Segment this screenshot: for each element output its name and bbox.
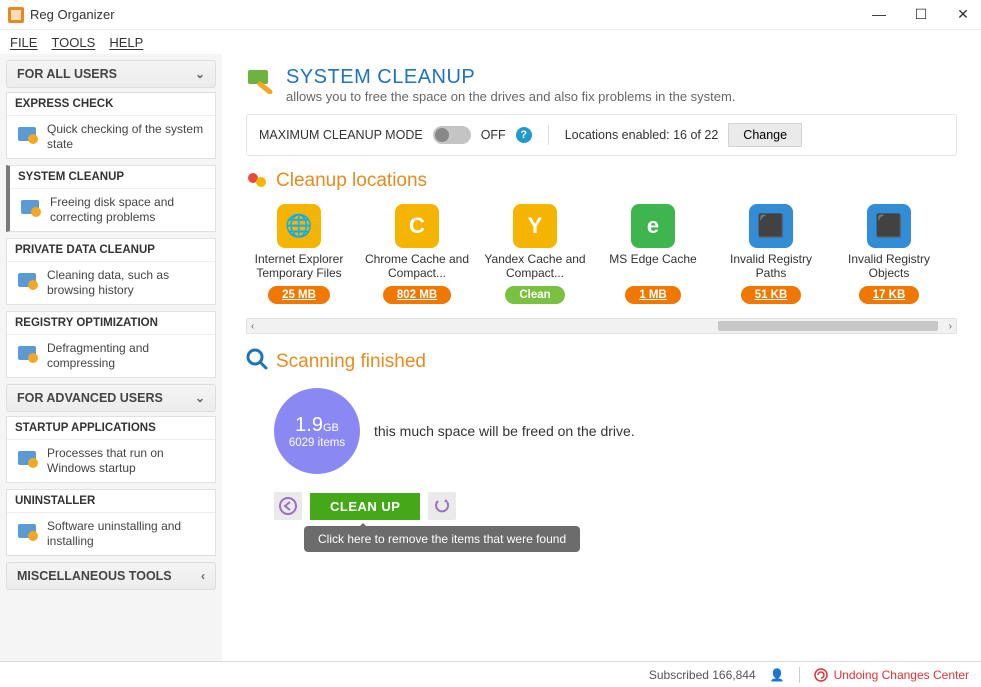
action-row: CLEAN UP Click here to remove the items …	[274, 492, 957, 520]
page-header: SYSTEM CLEANUP allows you to free the sp…	[246, 66, 957, 104]
minimize-button[interactable]: —	[869, 6, 889, 23]
sidebar-item[interactable]: REGISTRY OPTIMIZATION Defragmenting and …	[6, 311, 216, 378]
page-title: SYSTEM CLEANUP	[286, 66, 735, 89]
sidebar-section-header[interactable]: FOR ALL USERS⌄	[6, 60, 216, 88]
location-name: Internet Explorer Temporary Files	[246, 252, 352, 282]
settings-row: MAXIMUM CLEANUP MODE OFF ? Locations ena…	[246, 114, 957, 156]
maxmode-state: OFF	[481, 128, 506, 142]
close-button[interactable]: ✕	[953, 6, 973, 23]
titlebar: Reg Organizer — ☐ ✕	[0, 0, 981, 30]
undo-center-link[interactable]: Undoing Changes Center	[814, 668, 969, 682]
scan-result: 1.9GB 6029 items this much space will be…	[274, 388, 957, 474]
maxmode-toggle[interactable]	[433, 126, 471, 144]
window-title: Reg Organizer	[30, 7, 115, 22]
sidebar-item[interactable]: PRIVATE DATA CLEANUP Cleaning data, such…	[6, 238, 216, 305]
location-item[interactable]: Y Yandex Cache and Compact... Clean	[482, 204, 588, 304]
magnifier-icon	[246, 348, 268, 376]
location-size-badge[interactable]: 17 KB	[859, 286, 920, 304]
menu-file[interactable]: FILE	[10, 35, 37, 50]
app-icon	[8, 7, 24, 23]
page-subtitle: allows you to free the space on the driv…	[286, 89, 735, 104]
location-item[interactable]: ⬛ Invalid Registry Paths 51 KB	[718, 204, 824, 304]
location-size-badge[interactable]: 802 MB	[383, 286, 451, 304]
location-icon: 🌐	[277, 204, 321, 248]
locations-row: 🌐 Internet Explorer Temporary Files 25 M…	[246, 200, 957, 312]
scroll-left-icon[interactable]: ‹	[251, 321, 254, 332]
location-item[interactable]: ⬛ Invalid Registry Objects 17 KB	[836, 204, 942, 304]
location-size-badge[interactable]: 51 KB	[741, 286, 802, 304]
location-size-badge[interactable]: Clean	[505, 286, 564, 304]
scan-section-title: Scanning finished	[246, 348, 957, 376]
nav-icon	[15, 519, 39, 543]
menu-tools[interactable]: TOOLS	[51, 35, 95, 50]
maximize-button[interactable]: ☐	[911, 6, 931, 23]
pin-icon	[246, 170, 268, 192]
scan-result-text: this much space will be freed on the dri…	[374, 423, 635, 439]
nav-icon	[15, 268, 39, 292]
subscribed-count[interactable]: Subscribed 166,844	[649, 668, 756, 682]
location-item[interactable]: e MS Edge Cache 1 MB	[600, 204, 706, 304]
sidebar: FOR ALL USERS⌄ EXPRESS CHECK Quick checki…	[0, 54, 222, 661]
location-size-badge[interactable]: 1 MB	[625, 286, 680, 304]
sidebar-item[interactable]: STARTUP APPLICATIONS Processes that run …	[6, 416, 216, 483]
content: SYSTEM CLEANUP allows you to free the sp…	[222, 54, 981, 661]
separator	[548, 125, 549, 145]
location-name: Invalid Registry Paths	[718, 252, 824, 282]
back-button[interactable]	[274, 492, 302, 520]
location-item[interactable]: C Chrome Cache and Compact... 802 MB	[364, 204, 470, 304]
location-item[interactable]: 🌐 Internet Explorer Temporary Files 25 M…	[246, 204, 352, 304]
location-size-badge[interactable]: 25 MB	[268, 286, 330, 304]
cleanup-button[interactable]: CLEAN UP	[310, 493, 420, 520]
sidebar-item[interactable]: EXPRESS CHECK Quick checking of the syst…	[6, 92, 216, 159]
sidebar-section-header[interactable]: FOR ADVANCED USERS⌄	[6, 384, 216, 412]
location-name: MS Edge Cache	[609, 252, 696, 282]
location-name: Chrome Cache and Compact...	[364, 252, 470, 282]
location-icon: ⬛	[867, 204, 911, 248]
scroll-right-icon[interactable]: ›	[949, 321, 952, 332]
cleanup-tooltip: Click here to remove the items that were…	[304, 526, 580, 552]
scroll-thumb[interactable]	[718, 321, 938, 331]
location-icon: e	[631, 204, 675, 248]
locations-enabled-label: Locations enabled: 16 of 22	[565, 128, 719, 142]
location-name: Yandex Cache and Compact...	[482, 252, 588, 282]
location-name: Invalid Registry Objects	[836, 252, 942, 282]
sidebar-section-header[interactable]: MISCELLANEOUS TOOLS‹	[6, 562, 216, 590]
location-icon: C	[395, 204, 439, 248]
locations-scrollbar[interactable]: ‹ ›	[246, 318, 957, 334]
sidebar-item[interactable]: SYSTEM CLEANUP Freeing disk space and co…	[6, 165, 216, 232]
menubar: FILE TOOLS HELP	[0, 30, 981, 54]
sidebar-item[interactable]: UNINSTALLER Software uninstalling and in…	[6, 489, 216, 556]
user-icon: 👤	[770, 668, 785, 682]
window-controls: — ☐ ✕	[869, 6, 973, 23]
locations-section-title: Cleanup locations	[246, 170, 957, 192]
statusbar: Subscribed 166,844 👤 Undoing Changes Cen…	[0, 661, 981, 687]
location-icon: ⬛	[749, 204, 793, 248]
location-icon: Y	[513, 204, 557, 248]
nav-icon	[15, 446, 39, 470]
menu-help[interactable]: HELP	[109, 35, 143, 50]
refresh-button[interactable]	[428, 492, 456, 520]
separator	[799, 667, 800, 683]
help-icon[interactable]: ?	[516, 127, 532, 143]
nav-icon	[18, 195, 42, 219]
nav-icon	[15, 122, 39, 146]
scan-summary-circle: 1.9GB 6029 items	[274, 388, 360, 474]
maxmode-label: MAXIMUM CLEANUP MODE	[259, 128, 423, 142]
nav-icon	[15, 341, 39, 365]
change-button[interactable]: Change	[728, 123, 802, 147]
cleanup-icon	[246, 66, 274, 94]
